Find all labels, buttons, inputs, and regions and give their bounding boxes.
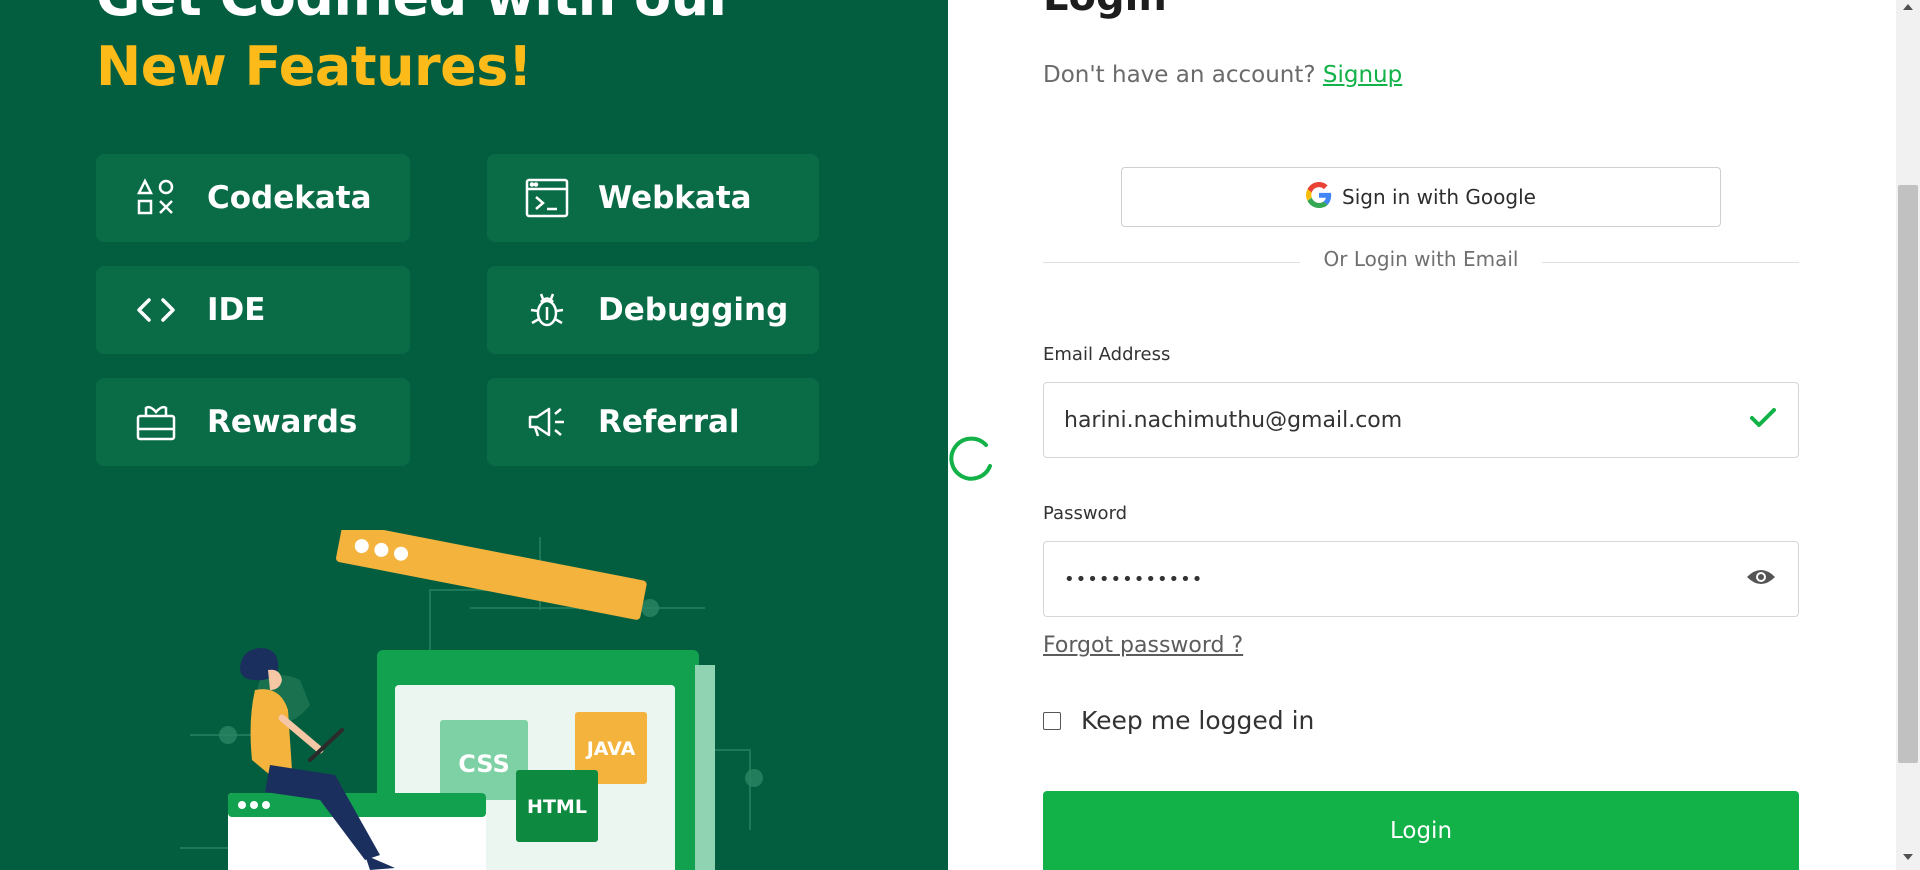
login-button[interactable]: Login	[1043, 791, 1799, 870]
forgot-password-link[interactable]: Forgot password ?	[1043, 633, 1243, 658]
eye-icon[interactable]	[1746, 567, 1776, 591]
keep-logged-in-checkbox[interactable]	[1043, 712, 1061, 730]
feature-card-rewards: Rewards	[96, 378, 410, 466]
feature-card-debugging: Debugging	[487, 266, 819, 354]
google-button-label: Sign in with Google	[1342, 185, 1536, 209]
email-field[interactable]: harini.nachimuthu@gmail.com	[1043, 382, 1799, 458]
password-label: Password	[1043, 503, 1128, 524]
css-tile-label: CSS	[458, 750, 510, 778]
scroll-down-icon[interactable]	[1903, 854, 1913, 860]
coding-illustration: CSS JAVA HTML	[180, 530, 763, 870]
feature-card-referral: Referral	[487, 378, 819, 466]
feature-label: Rewards	[207, 404, 358, 440]
feature-label: Codekata	[207, 180, 372, 216]
keep-logged-in-label: Keep me logged in	[1081, 706, 1315, 735]
password-field[interactable]: ••••••••••••	[1043, 541, 1799, 617]
login-form: Login Don't have an account? Signup Sign…	[1043, 0, 1799, 870]
feature-card-codekata: Codekata	[96, 154, 410, 242]
google-signin-button[interactable]: Sign in with Google	[1121, 167, 1721, 227]
shapes-icon	[134, 176, 178, 220]
password-value: ••••••••••••	[1064, 568, 1204, 590]
code-brackets-icon	[134, 288, 178, 332]
signup-prompt: Don't have an account? Signup	[1043, 62, 1402, 88]
feature-label: Debugging	[598, 292, 789, 328]
checkmark-icon	[1750, 407, 1776, 433]
email-label: Email Address	[1043, 344, 1171, 365]
feature-label: Referral	[598, 404, 740, 440]
scroll-up-icon[interactable]	[1903, 4, 1913, 10]
bug-icon	[525, 288, 569, 332]
login-title: Login	[1043, 0, 1167, 20]
signup-prompt-text: Don't have an account?	[1043, 62, 1316, 88]
java-tile-label: JAVA	[585, 738, 636, 760]
megaphone-icon	[525, 400, 569, 444]
headline-line-1: Get Codified with our	[96, 0, 735, 32]
loading-spinner	[949, 436, 992, 481]
email-value: harini.nachimuthu@gmail.com	[1064, 407, 1403, 433]
scrollbar-thumb[interactable]	[1898, 185, 1918, 763]
headline-line-2: New Features!	[96, 35, 533, 98]
signup-link[interactable]: Signup	[1323, 62, 1402, 88]
feature-card-ide: IDE	[96, 266, 410, 354]
feature-label: IDE	[207, 292, 266, 328]
google-logo-icon	[1306, 182, 1332, 212]
divider: Or Login with Email	[1043, 247, 1799, 271]
terminal-window-icon	[525, 176, 569, 220]
promo-headline: Get Codified with our New Features!	[96, 0, 735, 102]
html-tile-label: HTML	[527, 796, 587, 818]
promo-panel: Get Codified with our New Features! Code…	[0, 0, 948, 870]
feature-label: Webkata	[598, 180, 752, 216]
divider-text: Or Login with Email	[1299, 247, 1543, 271]
gift-icon	[134, 400, 178, 444]
feature-card-webkata: Webkata	[487, 154, 819, 242]
